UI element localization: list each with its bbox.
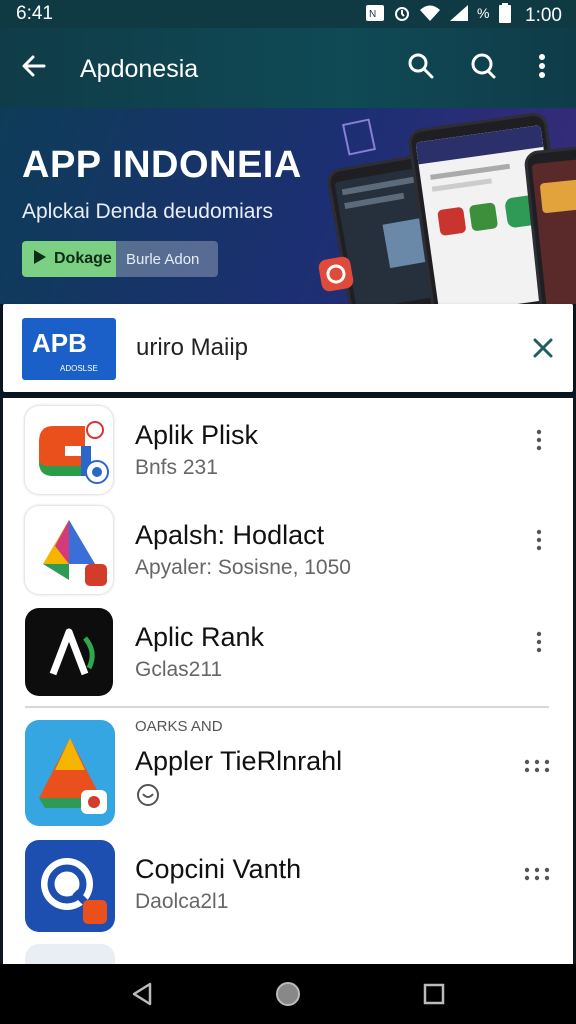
app-icon xyxy=(25,720,115,826)
app-icon xyxy=(25,406,113,494)
search-query[interactable]: uriro Maiip xyxy=(136,334,248,362)
app-subtitle: Apyaler: Sosisne, 1050 xyxy=(135,556,351,579)
app-icon xyxy=(25,608,113,696)
recents-nav-icon[interactable] xyxy=(420,980,448,1008)
status-clock: 1:00 xyxy=(525,5,562,26)
promo-banner[interactable]: APP INDONEIA Aplckai Denda deudomiars Do… xyxy=(0,108,576,304)
wifi-icon xyxy=(419,4,441,28)
status-time: 6:41 xyxy=(16,3,53,24)
banner-primary-chip-label: Dokage xyxy=(54,250,112,267)
data-saver-icon: % xyxy=(477,4,491,28)
apb-logo-subtext: ADOSLSE xyxy=(60,364,98,373)
app-subtitle: Daolca2l1 xyxy=(135,890,229,913)
document-outline-icon xyxy=(341,118,377,156)
app-icon xyxy=(25,944,115,964)
apb-logo-text: APB xyxy=(32,328,87,358)
banner-secondary-chip[interactable]: Burle Adon xyxy=(116,241,218,277)
app-bar-title: Apdonesia xyxy=(80,55,199,83)
overflow-menu-icon[interactable] xyxy=(526,50,558,82)
app-name: Appler TieRlnrahl xyxy=(135,746,343,776)
list-item-partial[interactable] xyxy=(3,944,573,964)
list-item[interactable]: Aplic Rank Gclas211 xyxy=(3,604,573,704)
section-divider xyxy=(25,706,549,708)
app-name: Apalsh: Hodlact xyxy=(135,520,325,550)
app-badge-icon xyxy=(317,255,355,293)
app-name: Aplic Rank xyxy=(135,622,265,652)
apb-logo: APB ADOSLSE xyxy=(22,318,116,380)
play-icon xyxy=(32,249,48,270)
list-item[interactable]: Copcini Vanth Daolca2l1 xyxy=(3,840,573,940)
app-subtitle: Gclas211 xyxy=(135,658,223,681)
notification-icon: N xyxy=(365,4,385,28)
more-vert-icon[interactable] xyxy=(527,630,551,654)
list-item[interactable]: Aplik Plisk Bnfs 231 xyxy=(3,402,573,502)
list-item[interactable]: Appler TieRlnrahl xyxy=(3,720,573,826)
more-vert-icon[interactable] xyxy=(527,528,551,552)
back-arrow-icon[interactable] xyxy=(18,50,50,82)
more-vert-icon[interactable] xyxy=(527,428,551,452)
battery-icon xyxy=(499,3,512,29)
app-list: Aplik Plisk Bnfs 231 Apalsh: Hodlact Apy… xyxy=(3,398,573,964)
lens-search-icon[interactable] xyxy=(467,50,499,82)
svg-text:N: N xyxy=(369,9,376,20)
app-subtitle: Bnfs 231 xyxy=(135,456,218,479)
more-horiz-icon[interactable] xyxy=(523,862,551,886)
banner-title: APP INDONEIA xyxy=(22,144,302,186)
emoji-badge-icon xyxy=(135,782,161,808)
navigation-bar xyxy=(0,964,576,1024)
app-name: Copcini Vanth xyxy=(135,854,302,884)
home-nav-icon[interactable] xyxy=(274,980,302,1008)
more-horiz-icon[interactable] xyxy=(523,754,551,778)
alarm-icon xyxy=(393,4,411,28)
banner-primary-chip[interactable]: Dokage xyxy=(22,241,116,277)
close-icon[interactable] xyxy=(529,334,557,362)
search-icon[interactable] xyxy=(405,50,437,82)
app-icon xyxy=(25,840,115,932)
app-bar: Apdonesia xyxy=(0,28,576,108)
app-name: Aplik Plisk xyxy=(135,420,259,450)
back-nav-icon[interactable] xyxy=(128,980,156,1008)
signal-icon xyxy=(449,4,469,28)
status-bar: 6:41 N % 1:00 xyxy=(0,0,576,28)
app-icon xyxy=(25,506,113,594)
list-item[interactable]: Apalsh: Hodlact Apyaler: Sosisne, 1050 xyxy=(3,502,573,602)
status-icons: N % 1:00 xyxy=(365,3,562,29)
banner-subtitle: Aplckai Denda deudomiars xyxy=(22,200,273,223)
search-card[interactable]: APB ADOSLSE uriro Maiip xyxy=(3,304,573,392)
svg-text:%: % xyxy=(477,5,489,21)
